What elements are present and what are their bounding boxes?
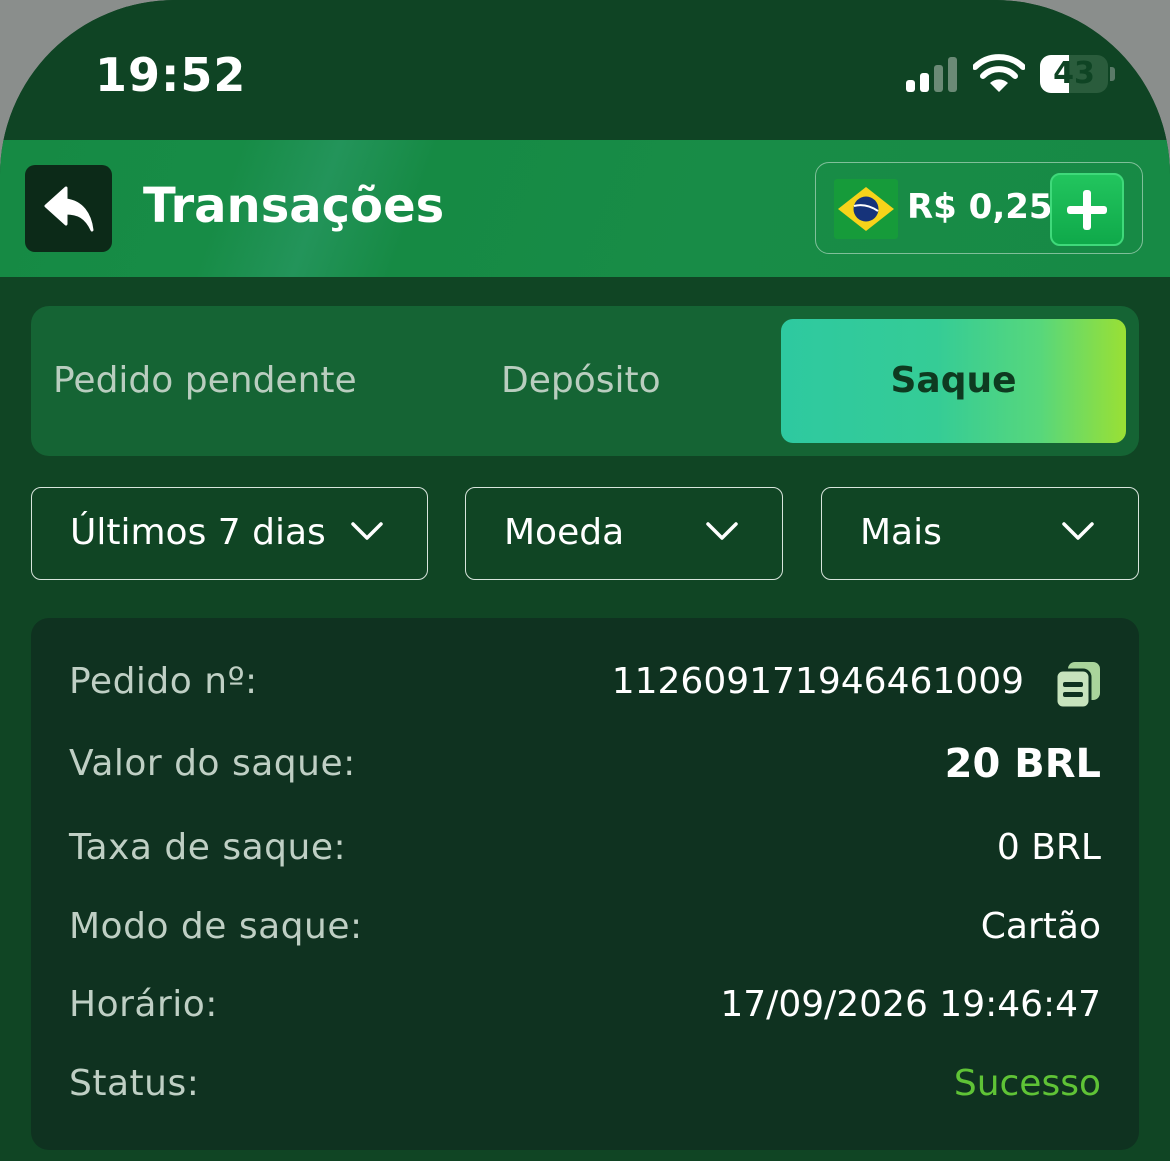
chevron-down-icon — [351, 522, 383, 540]
status-time: 19:52 — [95, 48, 247, 102]
withdraw-mode-value: Cartão — [980, 906, 1101, 947]
status-value: Sucesso — [953, 1063, 1101, 1104]
phone-screen: 19:52 43 Transações R$ 0,25 Pedido pende… — [0, 0, 1170, 1161]
order-number-value: 112609171946461009 — [611, 661, 1024, 702]
wifi-icon — [973, 54, 1025, 92]
battery-icon: 43 — [1040, 55, 1108, 93]
cellular-signal-icon — [906, 56, 960, 92]
more-filter[interactable]: Mais — [821, 487, 1139, 580]
back-button[interactable] — [25, 165, 112, 252]
withdraw-mode-label: Modo de saque: — [69, 906, 363, 947]
withdraw-fee-label: Taxa de saque: — [69, 827, 347, 868]
currency-filter-label: Moeda — [504, 512, 625, 553]
tab-withdraw[interactable]: Saque — [781, 319, 1126, 443]
chevron-down-icon — [706, 522, 738, 540]
status-label: Status: — [69, 1063, 200, 1104]
order-number-label: Pedido nº: — [69, 661, 258, 702]
withdraw-mode-row: Modo de saque: Cartão — [31, 897, 1139, 957]
balance-amount: R$ 0,25 — [907, 187, 1053, 227]
time-value: 17/09/2026 19:46:47 — [720, 984, 1101, 1025]
battery-tip — [1110, 67, 1115, 81]
transaction-tabs: Pedido pendente Depósito Saque — [31, 306, 1139, 456]
chevron-down-icon — [1062, 522, 1094, 540]
more-filter-label: Mais — [860, 512, 942, 553]
brazil-flag-icon — [834, 179, 898, 239]
withdraw-fee-row: Taxa de saque: 0 BRL — [31, 818, 1139, 878]
plus-icon — [1067, 189, 1107, 230]
page-title: Transações — [143, 178, 445, 234]
withdraw-amount-label: Valor do saque: — [69, 743, 356, 784]
withdraw-fee-value: 0 BRL — [996, 827, 1101, 868]
back-arrow-icon — [44, 186, 93, 231]
time-label: Horário: — [69, 984, 218, 1025]
order-number-row: Pedido nº: 112609171946461009 — [31, 652, 1139, 712]
status-row: Status: Sucesso — [31, 1054, 1139, 1114]
tab-deposit[interactable]: Depósito — [501, 319, 661, 443]
period-filter-label: Últimos 7 dias — [70, 512, 326, 553]
copy-icon[interactable] — [1054, 660, 1102, 710]
currency-filter[interactable]: Moeda — [465, 487, 783, 580]
transaction-card: Pedido nº: 112609171946461009 Valor do s… — [31, 618, 1139, 1150]
balance-widget[interactable]: R$ 0,25 — [815, 162, 1143, 254]
battery-level: 43 — [1053, 56, 1095, 91]
status-bar: 19:52 43 — [0, 0, 1170, 140]
period-filter[interactable]: Últimos 7 dias — [31, 487, 428, 580]
app-header: Transações R$ 0,25 — [0, 140, 1170, 277]
add-funds-button[interactable] — [1050, 173, 1124, 246]
time-row: Horário: 17/09/2026 19:46:47 — [31, 975, 1139, 1035]
withdraw-amount-row: Valor do saque: 20 BRL — [31, 734, 1139, 794]
withdraw-amount-value: 20 BRL — [944, 741, 1101, 787]
tab-pending-order[interactable]: Pedido pendente — [53, 319, 357, 443]
